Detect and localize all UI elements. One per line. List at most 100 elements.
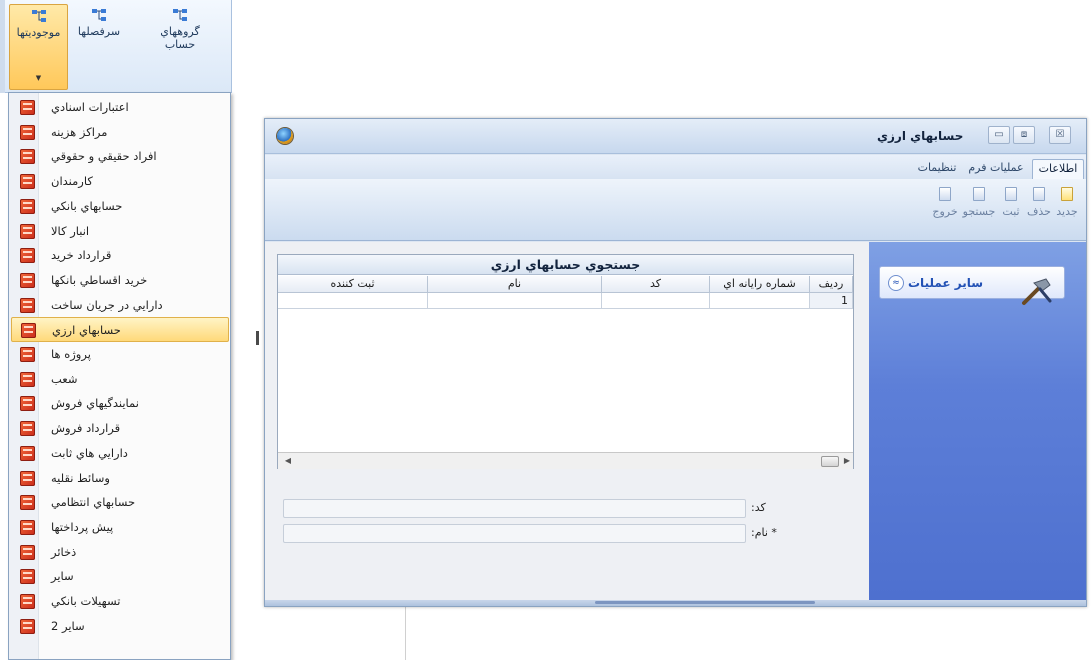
tab-info[interactable]: اطلاعات	[1032, 159, 1084, 179]
tab-settings[interactable]: تنظيمات	[911, 159, 963, 179]
delete-button[interactable]: حذف	[1025, 187, 1053, 218]
side-panel: ≈ ساير عمليات	[869, 242, 1086, 600]
name-field[interactable]	[283, 524, 746, 543]
column-header-row-number[interactable]: رديف	[810, 276, 853, 293]
new-document-icon	[1061, 187, 1073, 201]
other-operations-title: ساير عمليات	[908, 276, 984, 290]
window-bottom-bar	[265, 600, 1086, 606]
menu-item[interactable]: دارايي هاي ثابت	[11, 441, 229, 466]
column-header-registrar[interactable]: ثبت كننده	[278, 276, 428, 293]
minimize-button[interactable]: ▭	[988, 126, 1010, 144]
ribbon-button-entities[interactable]: موجوديتها ▼	[9, 4, 68, 90]
menu-item-label: قرارداد فروش	[51, 421, 121, 436]
horizontal-scrollbar[interactable]: ◀ ▶	[278, 452, 853, 469]
menu-item[interactable]: دارايي در جريان ساخت	[11, 293, 229, 318]
scrollbar-thumb[interactable]	[821, 456, 839, 467]
menu-item-label: پيش پرداختها	[51, 519, 114, 534]
table-cell-code[interactable]	[602, 293, 710, 309]
menu-item[interactable]: پروژه ها	[11, 342, 229, 367]
entities-icon	[31, 10, 46, 22]
delete-document-icon	[1033, 187, 1045, 201]
table-cell-registrar[interactable]	[278, 293, 428, 309]
column-header-name[interactable]: نام	[428, 276, 602, 293]
new-button[interactable]: جديد	[1053, 187, 1081, 218]
menu-item[interactable]: ساير	[11, 564, 229, 589]
menu-item-label: اعتبارات اسنادي	[51, 100, 129, 114]
menu-item[interactable]: وسائط نقليه	[11, 466, 229, 491]
window-toolbar: جديد حذف ثبت جستجو خروج	[265, 179, 1086, 241]
divider	[405, 600, 406, 660]
menu-item[interactable]: اعتبارات اسنادي	[11, 95, 229, 120]
entity-table-icon	[20, 248, 35, 264]
menu-item-label: افراد حقيقي و حقوقي	[51, 149, 157, 164]
new-button-label: جديد	[1056, 205, 1078, 218]
menu-item[interactable]: قرارداد خريد	[11, 243, 229, 268]
menu-item-label: وسائط نقليه	[51, 470, 110, 485]
menu-item[interactable]: حسابهاي انتظامي	[11, 490, 229, 515]
menu-item[interactable]: تسهيلات بانكي	[11, 589, 229, 614]
menu-item[interactable]: مراكز هزينه	[11, 120, 229, 145]
menu-item[interactable]: حسابهاي بانكي	[11, 194, 229, 219]
menu-item[interactable]: نمايندگيهاي فروش	[11, 391, 229, 416]
ribbon-group: موجوديتها ▼ سرفصلها گروههاي حساب	[0, 0, 232, 93]
window-titlebar[interactable]: حسابهاي ارزي ☒ ⧈ ▭	[265, 119, 1086, 154]
menu-item-label: ساير	[51, 569, 74, 584]
close-button[interactable]: ☒	[1049, 126, 1071, 144]
tools-hammer-icon	[1022, 278, 1052, 305]
scroll-left-icon[interactable]: ◀	[282, 455, 294, 467]
table-cell-name[interactable]	[428, 293, 602, 309]
menu-item-label: قرارداد خريد	[51, 248, 112, 263]
ribbon-button-account-groups[interactable]: گروههاي حساب	[150, 4, 210, 90]
entity-table-icon	[20, 544, 35, 560]
collapse-chevron-icon[interactable]: ≈	[888, 275, 904, 291]
table-cell-row-number[interactable]: 1	[810, 293, 853, 309]
menu-item[interactable]: پيش پرداختها	[11, 515, 229, 540]
entity-table-icon	[20, 198, 35, 214]
entities-dropdown-menu: اعتبارات اسنادي مراكز هزينه افراد حقيقي و …	[8, 92, 231, 660]
dropdown-arrow-icon: ▼	[35, 74, 42, 82]
restore-button[interactable]: ⧈	[1013, 126, 1035, 144]
menu-item-label: نمايندگيهاي فروش	[51, 396, 139, 411]
entity-table-icon	[20, 223, 35, 239]
table-cell-computer-number[interactable]	[710, 293, 810, 309]
ribbon-button-label: گروههاي حساب	[160, 25, 200, 51]
menu-item-label: ذخائر	[51, 544, 77, 559]
scroll-right-icon[interactable]: ▶	[841, 455, 853, 467]
menu-item[interactable]: شعب	[11, 367, 229, 392]
ribbon-tabs: اطلاعات عمليات فرم تنظيمات	[265, 155, 1086, 179]
screen: موجوديتها ▼ سرفصلها گروههاي حساب اعتبارا…	[0, 0, 1092, 660]
entity-table-icon	[20, 347, 35, 362]
delete-button-label: حذف	[1027, 205, 1051, 218]
exit-button[interactable]: خروج	[929, 187, 961, 218]
headings-icon	[92, 9, 106, 21]
grid-title: جستجوي حسابهاي ارزي	[278, 255, 853, 275]
code-field[interactable]	[283, 499, 746, 518]
menu-item[interactable]: قرارداد فروش	[11, 416, 229, 441]
window-title: حسابهاي ارزي	[877, 129, 964, 143]
search-button[interactable]: جستجو	[961, 187, 997, 218]
menu-item[interactable]: كارمندان	[11, 169, 229, 194]
entity-table-icon	[20, 174, 35, 190]
exit-document-icon	[939, 187, 951, 201]
menu-item[interactable]: افراد حقيقي و حقوقي	[11, 144, 229, 169]
column-header-computer-number[interactable]: شماره رايانه اي	[710, 276, 810, 293]
menu-item[interactable]: ساير 2	[11, 614, 229, 639]
entity-table-icon	[20, 100, 35, 115]
ribbon-button-headings[interactable]: سرفصلها	[72, 4, 126, 90]
splitter-handle[interactable]	[256, 331, 259, 345]
search-document-icon	[973, 187, 985, 201]
menu-item[interactable]: حسابهاي ارزي	[11, 317, 229, 343]
save-button[interactable]: ثبت	[997, 187, 1025, 218]
menu-item-label: ساير 2	[51, 618, 85, 633]
menu-item[interactable]: خريد اقساطي بانكها	[11, 268, 229, 293]
entity-table-icon	[20, 519, 35, 535]
column-header-code[interactable]: كد	[602, 276, 710, 293]
tab-form-operations[interactable]: عمليات فرم	[965, 159, 1027, 179]
entity-table-icon	[20, 421, 35, 437]
menu-item[interactable]: انبار كالا	[11, 219, 229, 244]
other-operations-header[interactable]: ≈ ساير عمليات	[879, 266, 1065, 305]
save-button-label: ثبت	[1002, 205, 1020, 218]
menu-item-label: تسهيلات بانكي	[51, 594, 121, 608]
menu-item[interactable]: ذخائر	[11, 540, 229, 565]
entity-table-icon	[20, 594, 35, 609]
